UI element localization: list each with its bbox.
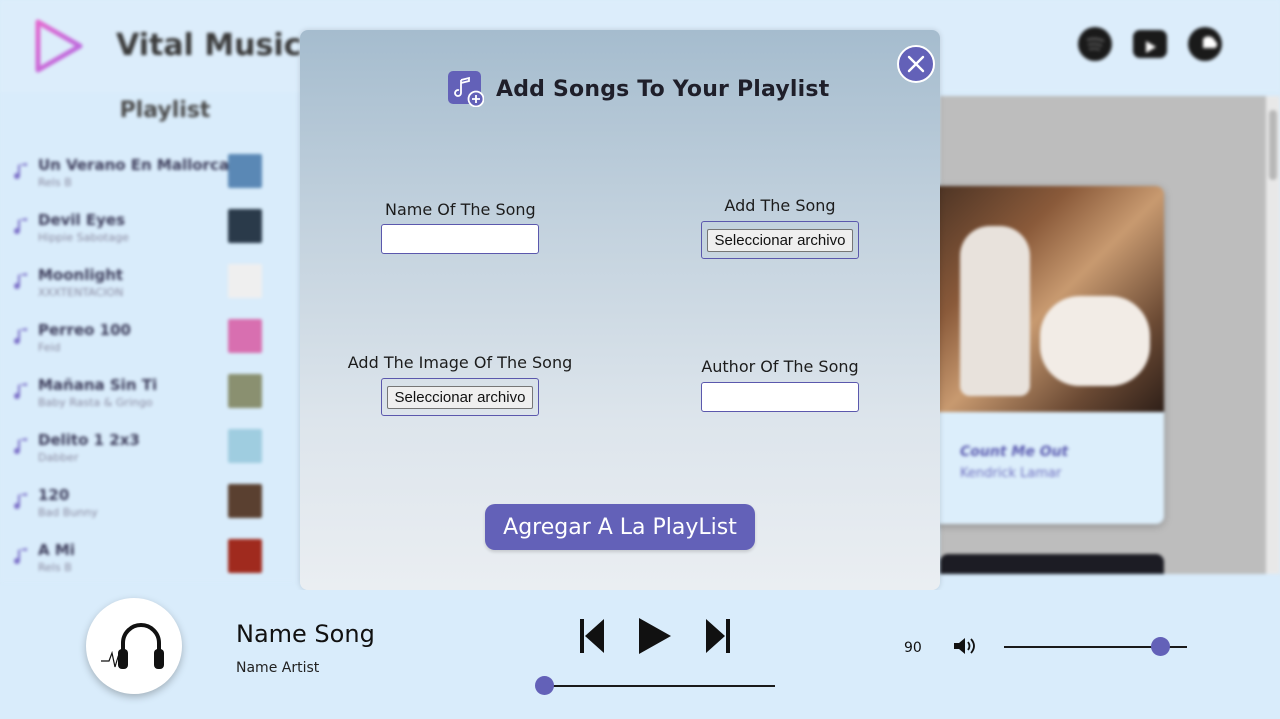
playlist-item-title: A Mi <box>38 541 75 559</box>
image-file-field[interactable]: Seleccionar archivo <box>381 378 539 416</box>
playlist-item[interactable]: Un Verano En Mallorca Rels B <box>14 154 274 198</box>
playlist-item-artist: Bad Bunny <box>38 506 98 519</box>
spotify-icon[interactable] <box>1078 27 1112 61</box>
play-logo-icon <box>35 19 83 73</box>
playlist-item-title: 120 <box>38 486 70 504</box>
playlist-item-title: Moonlight <box>38 266 124 284</box>
play-icon[interactable] <box>636 616 674 656</box>
next-track-icon[interactable] <box>704 618 732 654</box>
playlist-item-thumbnail <box>228 374 262 408</box>
music-note-icon <box>14 328 27 345</box>
player-bar: Name Song Name Artist 90 <box>0 590 1280 719</box>
progress-handle[interactable] <box>535 676 554 695</box>
playlist-item[interactable]: Delito 1 2x3 Dabber <box>14 429 274 473</box>
playlist-item-artist: Rels B <box>38 561 72 574</box>
playlist-item-artist: XXXTENTACION <box>38 286 124 299</box>
playlist-title: Playlist <box>119 98 211 123</box>
playlist-item-title: Delito 1 2x3 <box>38 431 140 449</box>
playlist-item[interactable]: A Mi Rels B <box>14 539 274 583</box>
playlist-item-thumbnail <box>228 429 262 463</box>
playlist-item[interactable]: 120 Bad Bunny <box>14 484 274 528</box>
gallery-scrollbar[interactable] <box>1266 96 1280 574</box>
song-name-label: Name Of The Song <box>385 200 536 219</box>
volume-value: 90 <box>904 640 922 656</box>
song-card-artist: Kendrick Lamar <box>960 466 1062 481</box>
youtube-icon[interactable] <box>1133 30 1167 58</box>
modal-heading: Add Songs To Your Playlist <box>448 70 829 108</box>
playlist-item-title: Mañana Sin Ti <box>38 376 158 394</box>
music-note-icon <box>14 273 27 290</box>
playlist-item[interactable]: Moonlight XXXTENTACION <box>14 264 274 308</box>
add-to-playlist-button[interactable]: Agregar A La PlayList <box>485 504 755 550</box>
song-file-button[interactable]: Seleccionar archivo <box>706 228 854 252</box>
playlist-item[interactable]: Perreo 100 Feid <box>14 319 274 363</box>
playlist-item-artist: Dabber <box>38 451 79 464</box>
playlist-item-thumbnail <box>228 319 262 353</box>
playlist-item-artist: Baby Rasta & Gringo <box>38 396 153 409</box>
playlist-item-thumbnail <box>228 209 262 243</box>
close-button[interactable] <box>897 45 935 83</box>
playlist-item-thumbnail <box>228 484 262 518</box>
now-playing-artist: Name Artist <box>236 660 320 676</box>
now-playing-title: Name Song <box>236 620 375 648</box>
scrollbar-thumb[interactable] <box>1269 110 1277 180</box>
playlist-panel: Playlist Un Verano En Mallorca Rels B Devi… <box>0 92 296 582</box>
playlist-item-title: Un Verano En Mallorca <box>38 156 229 174</box>
add-image-label: Add The Image Of The Song <box>347 353 573 372</box>
now-playing-cover <box>86 598 182 694</box>
playlist-item-thumbnail <box>228 154 262 188</box>
playlist-item[interactable]: Devil Eyes Hippie Sabotage <box>14 209 274 253</box>
song-name-input[interactable] <box>381 224 539 254</box>
progress-bar[interactable] <box>544 685 775 687</box>
playlist-item-artist: Rels B <box>38 176 72 189</box>
headphones-icon <box>101 623 164 669</box>
author-label: Author Of The Song <box>701 357 859 376</box>
volume-handle[interactable] <box>1151 637 1170 656</box>
music-note-icon <box>14 438 27 455</box>
add-music-icon <box>448 71 484 107</box>
add-song-label: Add The Song <box>724 196 836 215</box>
soundcloud-icon[interactable] <box>1188 27 1222 61</box>
playlist-item[interactable]: Mañana Sin Ti Baby Rasta & Gringo <box>14 374 274 418</box>
music-note-icon <box>14 493 27 510</box>
song-card[interactable] <box>940 554 1164 574</box>
playlist-item-artist: Feid <box>38 341 61 354</box>
music-note-icon <box>14 548 27 565</box>
close-icon <box>907 55 925 73</box>
song-card-title: Count Me Out <box>960 444 1069 460</box>
playlist-item-thumbnail <box>228 264 262 298</box>
author-input[interactable] <box>701 382 859 412</box>
music-note-icon <box>14 163 27 180</box>
playlist-item-thumbnail <box>228 539 262 573</box>
brand-name[interactable]: Vital Music <box>116 28 301 63</box>
previous-track-icon[interactable] <box>578 618 606 654</box>
playlist-item-title: Perreo 100 <box>38 321 131 339</box>
playlist-item-title: Devil Eyes <box>38 211 126 229</box>
add-songs-modal: Add Songs To Your Playlist Name Of The S… <box>300 30 940 590</box>
music-note-icon <box>14 218 27 235</box>
image-file-button[interactable]: Seleccionar archivo <box>386 385 534 409</box>
modal-title: Add Songs To Your Playlist <box>496 76 830 102</box>
song-file-field[interactable]: Seleccionar archivo <box>701 221 859 259</box>
music-note-icon <box>14 383 27 400</box>
volume-icon[interactable] <box>952 635 978 657</box>
playlist-item-artist: Hippie Sabotage <box>38 231 129 244</box>
